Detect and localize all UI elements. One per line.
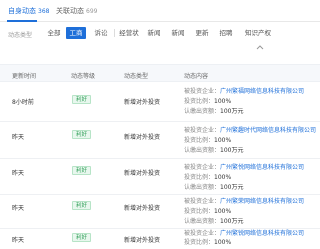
detail-value: 100% [214,239,232,246]
detail-investee: 被投资企业：广州繁趣时代网络信息科技有限公司 [184,125,316,134]
detail-investee: 被投资企业：广州繁锐网络信息科技有限公司 [184,228,304,237]
investee-link[interactable]: 广州繁悦网络信息科技有限公司 [220,164,304,171]
detail-key: 被投资企业： [184,198,221,205]
detail-value: 100万元 [220,218,244,225]
row-type: 新增对外投资 [124,134,161,141]
level-badge: 利好 [72,95,92,104]
filter-chip-update[interactable]: 更新 [192,27,212,39]
table-row: 昨天 利好 新增对外投资 被投资企业：广州繁荣网络信息科技有限公司 投资比例：1… [0,195,320,229]
tab-own-dynamics-count: 368 [38,8,50,15]
detail-value: 100% [214,208,232,215]
level-badge: 利好 [72,130,92,139]
table-row: 昨天 利好 新增对外投资 被投资企业：广州繁悦网络信息科技有限公司 投资比例：1… [0,159,320,195]
detail-ratio: 投资比例：100% [184,206,231,215]
row-type: 新增对外投资 [124,99,161,106]
detail-value: 100万元 [220,147,244,154]
detail-key: 投资比例： [184,137,215,144]
filter-chip-recruit[interactable]: 招聘 [216,27,236,39]
row-type: 新增对外投资 [124,170,161,177]
header-update-time: 更新时间 [12,73,37,80]
detail-ratio: 投资比例：100% [184,237,231,246]
detail-key: 投资比例： [184,98,215,105]
filter-chip-litigation[interactable]: 诉讼 [90,27,112,39]
detail-value: 100% [214,98,232,105]
header-level: 动态等级 [71,73,96,80]
table-row: 8小时前 利好 新增对外投资 被投资企业：广州繁福网络信息科技有限公司 投资比例… [0,82,320,122]
tab-related-dynamics-count: 699 [86,8,98,15]
chevron-up-icon[interactable] [256,45,264,52]
investee-link[interactable]: 广州繁趣时代网络信息科技有限公司 [220,127,316,134]
detail-key: 认缴出资额： [184,108,221,115]
detail-value: 100万元 [220,184,244,191]
level-badge: 利好 [72,233,92,242]
dynamics-tab-bar: 自身动态 368 关联动态 699 [0,0,320,22]
filter-divider [114,29,115,37]
table-row: 昨天 利好 新增对外投资 被投资企业：广州繁锐网络信息科技有限公司 投资比例：1… [0,229,320,249]
filter-chip-business[interactable]: 工商 [66,27,86,39]
detail-capital: 认缴出资额：100万元 [184,216,243,225]
filter-chip-news-1[interactable]: 新闻 [144,27,164,39]
detail-capital: 认缴出资额：100万元 [184,106,243,115]
investee-link[interactable]: 广州繁荣网络信息科技有限公司 [220,198,304,205]
tab-related-dynamics-label: 关联动态 [56,7,84,15]
table-row: 昨天 利好 新增对外投资 被投资企业：广州繁趣时代网络信息科技有限公司 投资比例… [0,122,320,159]
tab-related-dynamics[interactable]: 关联动态 699 [56,6,97,16]
row-type: 新增对外投资 [124,205,161,212]
row-time: 昨天 [12,205,25,212]
detail-value: 100万元 [220,108,244,115]
filter-chip-news-2[interactable]: 新闻 [168,27,188,39]
tab-own-dynamics[interactable]: 自身动态 368 [8,6,49,16]
detail-ratio: 投资比例：100% [184,172,231,181]
investee-link[interactable]: 广州繁福网络信息科技有限公司 [220,88,304,95]
detail-key: 被投资企业： [184,127,221,134]
detail-key: 认缴出资额： [184,184,221,191]
detail-capital: 认缴出资额：100万元 [184,145,243,154]
detail-investee: 被投资企业：广州繁悦网络信息科技有限公司 [184,162,304,171]
detail-capital: 认缴出资额：100万元 [184,182,243,191]
table-header: 更新时间 动态等级 动态类型 动态内容 [0,64,320,82]
detail-ratio: 投资比例：100% [184,135,231,144]
detail-key: 被投资企业： [184,230,221,237]
detail-value: 100% [214,137,232,144]
detail-key: 认缴出资额： [184,147,221,154]
detail-investee: 被投资企业：广州繁福网络信息科技有限公司 [184,86,304,95]
tab-own-dynamics-label: 自身动态 [8,7,36,15]
detail-key: 被投资企业： [184,88,221,95]
detail-ratio: 投资比例：100% [184,96,231,105]
detail-key: 被投资企业： [184,164,221,171]
detail-key: 认缴出资额： [184,218,221,225]
detail-key: 投资比例： [184,208,215,215]
active-tab-indicator [7,20,37,22]
header-type: 动态类型 [124,73,149,80]
detail-value: 100% [214,174,232,181]
row-time: 昨天 [12,170,25,177]
row-time: 8小时前 [12,99,34,106]
level-badge: 利好 [72,166,92,175]
filter-chip-ip[interactable]: 知识产权 [240,27,276,39]
filter-label: 动态类型 [8,32,33,39]
detail-key: 投资比例： [184,174,215,181]
header-content: 动态内容 [184,73,209,80]
row-time: 昨天 [12,134,25,141]
filter-chip-all[interactable]: 全部 [44,27,64,39]
investee-link[interactable]: 广州繁锐网络信息科技有限公司 [220,230,304,237]
detail-investee: 被投资企业：广州繁荣网络信息科技有限公司 [184,196,304,205]
level-badge: 利好 [72,201,92,210]
filter-chip-operation[interactable]: 经营状 [116,27,142,39]
detail-key: 投资比例： [184,239,215,246]
